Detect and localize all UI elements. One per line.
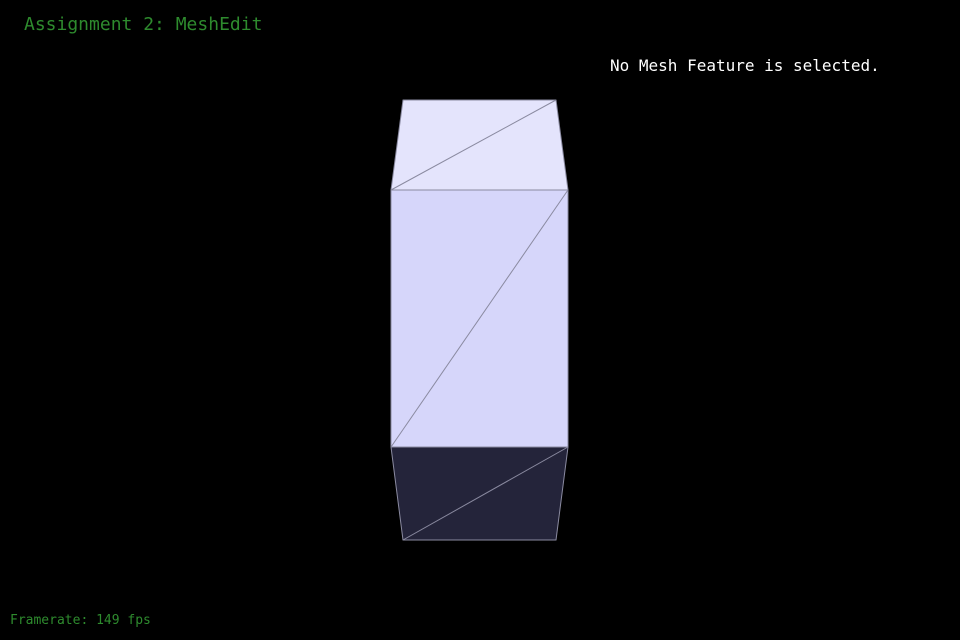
mesh-face-top[interactable] xyxy=(390,99,569,191)
app-title: Assignment 2: MeshEdit xyxy=(24,14,263,35)
mesh-viewport[interactable] xyxy=(0,0,960,640)
framerate-readout: Framerate: 149 fps xyxy=(10,613,151,628)
selection-status: No Mesh Feature is selected. xyxy=(610,56,880,75)
mesh-face-bottom[interactable] xyxy=(390,446,569,541)
